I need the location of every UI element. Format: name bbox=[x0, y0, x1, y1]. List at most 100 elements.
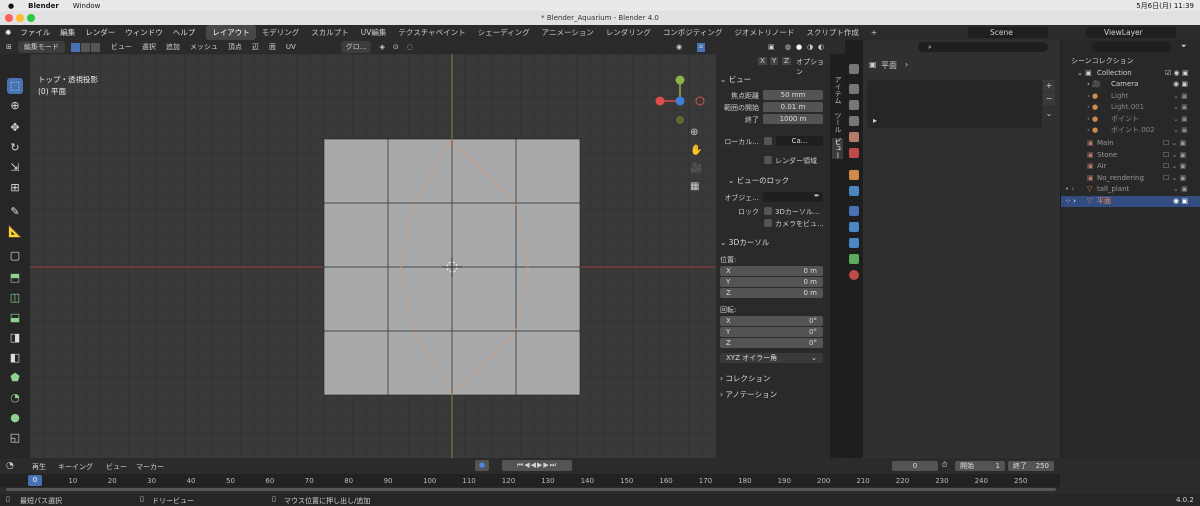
timeline-editor-icon[interactable]: ◔ bbox=[6, 461, 14, 471]
app-menu[interactable]: Blender bbox=[28, 2, 59, 10]
inset-tool-icon[interactable]: ◫ bbox=[7, 290, 23, 306]
playback-controls[interactable]: ⏮◀◀▶▶⏭ bbox=[502, 460, 572, 471]
measure-tool-icon[interactable]: 📐 bbox=[7, 224, 23, 240]
filter-icon[interactable]: ⏷ bbox=[1181, 42, 1187, 51]
knife-tool-icon[interactable]: ◧ bbox=[7, 350, 23, 366]
outliner-row-stone[interactable]: ▣ Stone ☐ ⌄ ▣ bbox=[1061, 150, 1200, 162]
3d-viewport[interactable]: トップ・透視投影 (0) 平面 ⊕ ✋ 🎥 ▦ bbox=[30, 54, 716, 458]
physics-properties-icon[interactable] bbox=[849, 222, 859, 232]
outliner-row-point-002[interactable]: › ● ポイント.002 ⌄ ▣ bbox=[1061, 125, 1200, 137]
blender-logo-icon[interactable]: ✺ bbox=[5, 28, 11, 37]
menu-render[interactable]: レンダー bbox=[85, 27, 115, 38]
ortho-toggle-icon[interactable]: ▦ bbox=[690, 181, 699, 192]
options-dropdown[interactable]: オプション bbox=[796, 57, 830, 77]
output-properties-icon[interactable] bbox=[849, 100, 859, 110]
tab-compositing[interactable]: コンポジティング bbox=[657, 25, 729, 40]
overlay-toggle-icon[interactable]: ⌗ bbox=[697, 42, 705, 52]
particle-properties-icon[interactable] bbox=[849, 206, 859, 216]
outliner-row-no-rendering[interactable]: ▣ No_rendering ☐ ⌄ ▣ bbox=[1061, 173, 1200, 185]
data-properties-icon[interactable] bbox=[849, 254, 859, 264]
transform-orientation-selector[interactable]: グロ... bbox=[340, 41, 372, 53]
select-mode-edge-icon[interactable] bbox=[80, 42, 90, 52]
lock-camera-checkbox[interactable] bbox=[764, 219, 772, 227]
snap-icon[interactable]: ⊙ bbox=[393, 43, 399, 51]
view-layer-selector[interactable]: ViewLayer bbox=[1086, 27, 1176, 38]
timeline-menu-playback[interactable]: 再生 bbox=[32, 462, 46, 472]
menu-edit[interactable]: 編集 bbox=[60, 27, 75, 38]
viewport-menu-select[interactable]: 選択 bbox=[142, 42, 156, 52]
add-workspace-button[interactable]: + bbox=[865, 26, 883, 39]
timeline-menu-keying[interactable]: キーイング bbox=[58, 462, 93, 472]
select-mode-vertex-icon[interactable] bbox=[70, 42, 80, 52]
rotation-mode-dropdown[interactable]: XYZ オイラー角 ⌄ bbox=[720, 353, 823, 363]
viewport-menu-vertex[interactable]: 頂点 bbox=[228, 42, 242, 52]
annotation-section-header[interactable]: › アノテーション bbox=[720, 389, 777, 400]
cursor-tool-icon[interactable]: ⊕ bbox=[7, 98, 23, 114]
outliner-row-camera[interactable]: › 🎥 Camera ◉ ▣ bbox=[1061, 79, 1200, 91]
list-add-button[interactable]: + bbox=[1043, 80, 1055, 92]
outliner-row-plane[interactable]: ⁘ › ▽ 平面 ◉ ▣ bbox=[1061, 195, 1200, 207]
outliner-row-main[interactable]: ▣ Main ☐ ⌄ ▣ bbox=[1061, 138, 1200, 150]
bevel-tool-icon[interactable]: ⬓ bbox=[7, 310, 23, 326]
axis-z-toggle[interactable]: Z bbox=[782, 57, 791, 65]
timeline-menu-marker[interactable]: マーカー bbox=[136, 462, 164, 472]
material-properties-icon[interactable] bbox=[849, 270, 859, 280]
xray-toggle-icon[interactable]: ▣ bbox=[768, 43, 775, 51]
shading-solid-icon[interactable]: ● bbox=[796, 43, 802, 51]
record-button[interactable]: ● bbox=[475, 460, 489, 471]
modifier-properties-icon[interactable] bbox=[849, 186, 859, 196]
loop-cut-tool-icon[interactable]: ◨ bbox=[7, 330, 23, 346]
world-properties-icon[interactable] bbox=[849, 148, 859, 158]
tab-shading[interactable]: シェーディング bbox=[472, 25, 536, 40]
mode-selector[interactable]: 編集モード bbox=[17, 41, 65, 53]
viewport-menu-view[interactable]: ビュー bbox=[111, 42, 132, 52]
cursor-rotation-x-field[interactable]: X 0° bbox=[720, 316, 823, 326]
tab-uv-edit[interactable]: UV編集 bbox=[355, 25, 393, 40]
viewport-menu-face[interactable]: 面 bbox=[269, 42, 276, 52]
axis-y-toggle[interactable]: Y bbox=[770, 57, 779, 65]
tool-properties-icon[interactable] bbox=[849, 64, 859, 74]
clock-icon[interactable]: ⏱ bbox=[942, 461, 947, 470]
editor-type-icon[interactable]: ⊞ bbox=[6, 43, 12, 51]
minimize-window-button[interactable] bbox=[16, 14, 24, 22]
pan-view-icon[interactable]: ✋ bbox=[690, 145, 702, 156]
add-cube-tool-icon[interactable]: ▢ bbox=[7, 248, 23, 264]
outliner-row-collection[interactable]: ⌄ ▣ Collection ☑ ◉ ▣ bbox=[1061, 68, 1200, 80]
view-section-header[interactable]: ⌄ ビュー bbox=[720, 74, 751, 85]
tab-view[interactable]: ビュー bbox=[832, 138, 843, 159]
zoom-view-icon[interactable]: ⊕ bbox=[690, 127, 698, 138]
scene-properties-icon[interactable] bbox=[849, 132, 859, 142]
outliner-row-tall-plant[interactable]: • › ▽ tall_plant ⌄ ▣ bbox=[1061, 184, 1200, 196]
move-tool-icon[interactable]: ✥ bbox=[7, 120, 23, 136]
clip-end-field[interactable]: 1000 m bbox=[763, 114, 823, 124]
properties-search-input[interactable]: ⌕ bbox=[918, 42, 1048, 52]
edge-slide-tool-icon[interactable]: ◱ bbox=[7, 430, 23, 446]
menu-help[interactable]: ヘルプ bbox=[173, 27, 196, 38]
viewport-menu-mesh[interactable]: メッシュ bbox=[190, 42, 218, 52]
tab-scripting[interactable]: スクリプト作成 bbox=[800, 25, 865, 40]
navigation-gizmo[interactable] bbox=[650, 74, 710, 128]
gizmo-visibility-icon[interactable]: ◉ bbox=[676, 43, 682, 51]
menu-file[interactable]: ファイル bbox=[20, 27, 50, 38]
zoom-window-button[interactable] bbox=[27, 14, 35, 22]
tab-animation[interactable]: アニメーション bbox=[536, 25, 600, 40]
current-frame-field[interactable]: 0 bbox=[892, 461, 938, 471]
smooth-tool-icon[interactable]: ● bbox=[7, 410, 23, 426]
outliner-scene-collection[interactable]: シーンコレクション bbox=[1061, 56, 1200, 68]
apple-icon[interactable]: ● bbox=[8, 2, 14, 10]
cursor-location-x-field[interactable]: X0 m bbox=[720, 266, 823, 276]
expand-arrow-icon[interactable]: ▸ bbox=[873, 116, 877, 125]
cursor-location-y-field[interactable]: Y0 m bbox=[720, 277, 823, 287]
extrude-tool-icon[interactable]: ⬒ bbox=[7, 270, 23, 286]
3d-cursor-section-header[interactable]: ⌄ 3Dカーソル bbox=[720, 237, 769, 248]
spin-tool-icon[interactable]: ◔ bbox=[7, 390, 23, 406]
poly-build-tool-icon[interactable]: ⬟ bbox=[7, 370, 23, 386]
pivot-icon[interactable]: ◈ bbox=[379, 43, 384, 51]
outliner-row-point[interactable]: › ● ポイント ⌄ ▣ bbox=[1061, 114, 1200, 126]
viewport-menu-uv[interactable]: UV bbox=[286, 43, 296, 51]
timeline-playhead[interactable]: 0 bbox=[28, 475, 42, 486]
eyedropper-icon[interactable]: ✒ bbox=[814, 192, 820, 200]
lock-3dcursor-checkbox[interactable] bbox=[764, 207, 772, 215]
view-lock-section-header[interactable]: ⌄ ビューのロック bbox=[728, 175, 789, 186]
focal-length-field[interactable]: 50 mm bbox=[763, 90, 823, 100]
